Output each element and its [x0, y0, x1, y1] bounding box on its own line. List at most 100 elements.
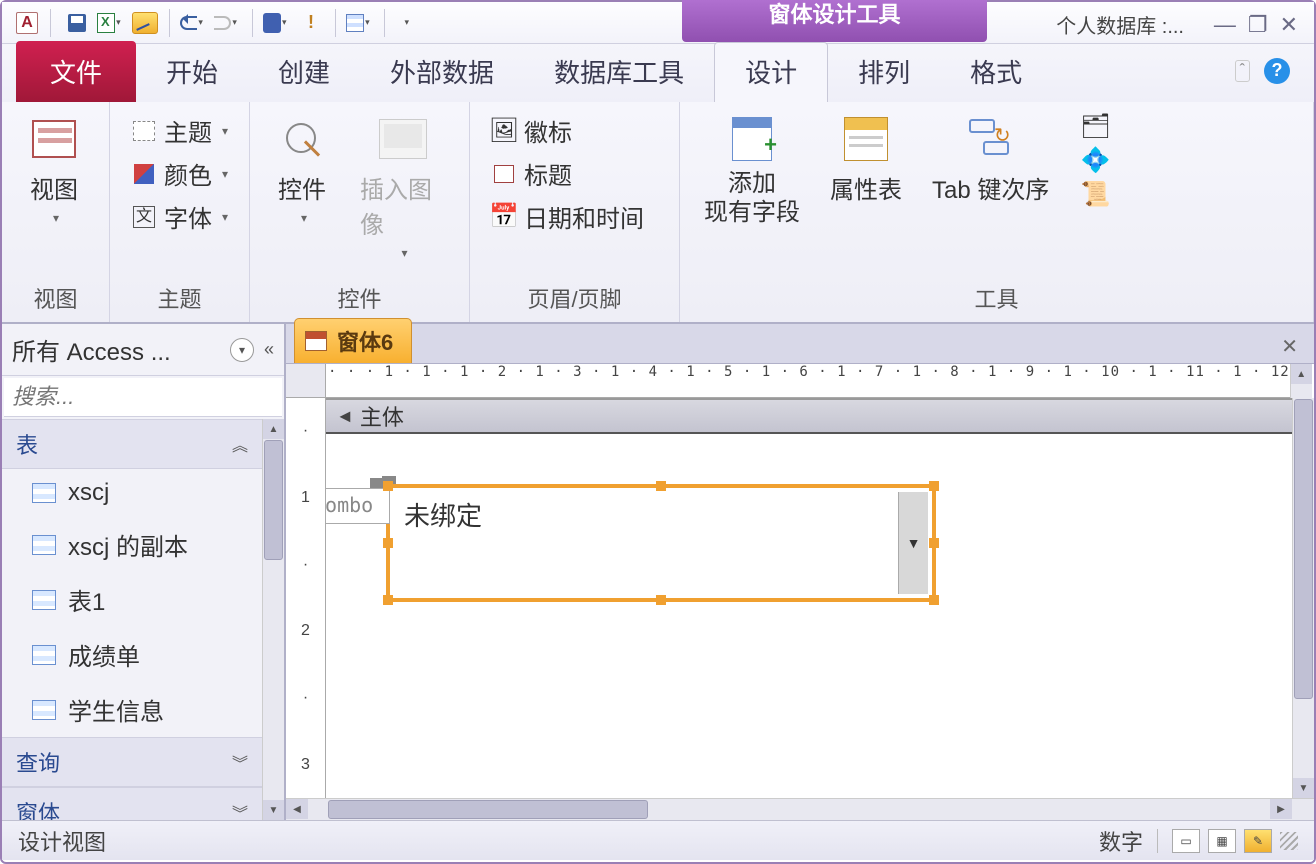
redo-button[interactable]: ▾ — [214, 9, 242, 37]
ribbon: 视图 ▾ 视图 主题▾ 颜色▾ 文字体▾ 主题 控件▾ 插入图像▾ 控件 — [2, 102, 1314, 324]
section-detail-bar[interactable]: ◄ 主体 — [326, 398, 1292, 434]
status-bar: 设计视图 数字 ▭ ▦ ✎ — [2, 820, 1314, 860]
save-button[interactable] — [63, 9, 91, 37]
resize-handle[interactable] — [383, 481, 393, 491]
subform-button[interactable]: 🗂 — [1077, 110, 1113, 142]
horizontal-ruler[interactable]: · · · 1 · 1 · 1 · 2 · 1 · 3 · 1 · 4 · 1 … — [326, 364, 1290, 398]
status-text: 设计视图 — [18, 825, 106, 857]
themes-button[interactable]: 主题▾ — [126, 110, 232, 151]
combobox-dropdown-button[interactable]: ▼ — [898, 492, 928, 594]
view-button[interactable]: 视图 ▾ — [18, 110, 90, 229]
resize-handle[interactable] — [383, 538, 393, 548]
nav-collapse-button[interactable]: « — [264, 339, 274, 360]
document-title: 个人数据库 :... — [1056, 10, 1184, 39]
section-icon: ◄ — [336, 406, 354, 427]
search-input[interactable] — [12, 384, 304, 410]
controls-gallery-button[interactable]: 控件▾ — [266, 110, 338, 229]
minimize-ribbon-button[interactable]: ˆ — [1235, 60, 1250, 82]
combobox-label[interactable]: Combo — [326, 488, 390, 524]
property-sheet-button[interactable]: 属性表 — [822, 110, 910, 209]
tab-database-tools[interactable]: 数据库工具 — [524, 43, 714, 102]
resize-handle[interactable] — [929, 595, 939, 605]
export-excel-button[interactable]: ▾ — [97, 9, 125, 37]
tab-external-data[interactable]: 外部数据 — [360, 43, 524, 102]
form-view-button[interactable]: ▭ — [1172, 829, 1200, 853]
resize-handle[interactable] — [656, 595, 666, 605]
nav-header[interactable]: 所有 Access ... ▾ « — [2, 324, 284, 376]
quick-access-toolbar: ▾ ▾ ▾ ▾ ! ▾ ▾ — [63, 9, 423, 37]
design-canvas[interactable]: ◄ 主体 Combo 未绑定 ▼ — [326, 398, 1292, 798]
chevron-up-icon: ︽ — [232, 432, 248, 456]
datasheet-view-button[interactable]: ▦ — [1208, 829, 1236, 853]
restore-button[interactable]: ❐ — [1248, 12, 1268, 38]
resize-handle[interactable] — [929, 481, 939, 491]
vertical-ruler[interactable]: ·1·2·3 — [286, 398, 326, 798]
resize-grip[interactable] — [1280, 832, 1298, 850]
tab-create[interactable]: 创建 — [248, 43, 360, 102]
code-button[interactable]: 💠 — [1077, 144, 1113, 176]
undo-button[interactable]: ▾ — [180, 9, 208, 37]
tab-arrange[interactable]: 排列 — [828, 43, 940, 102]
main-hscrollbar[interactable]: ◀ ▶ — [286, 798, 1314, 820]
qat-customize-button[interactable]: ▾ — [395, 9, 423, 37]
refresh-button[interactable]: ▾ — [263, 9, 291, 37]
nav-filter-button[interactable]: ▾ — [230, 338, 254, 362]
navigation-pane: 所有 Access ... ▾ « 🔍 表︽ xscj xscj 的副本 表1 … — [2, 324, 286, 820]
nav-item-table[interactable]: xscj 的副本 — [2, 517, 262, 572]
ribbon-tabs: 文件 开始 创建 外部数据 数据库工具 设计 排列 格式 ˆ ? — [2, 44, 1314, 102]
nav-group-tables[interactable]: 表︽ — [2, 419, 262, 469]
document-tab[interactable]: 窗体6 — [294, 318, 412, 363]
table-icon — [32, 700, 56, 720]
logo-button[interactable]: 🖼徽标 — [486, 110, 648, 151]
design-view-button-status[interactable]: ✎ — [1244, 829, 1272, 853]
warning-button[interactable]: ! — [297, 9, 325, 37]
help-button[interactable]: ? — [1264, 58, 1290, 84]
close-tab-button[interactable]: ✕ — [1281, 334, 1298, 359]
minimize-button[interactable]: — — [1214, 12, 1236, 38]
subform-icon: 🗂 — [1081, 113, 1109, 139]
ruler-corner[interactable] — [286, 364, 326, 398]
combobox-control[interactable]: Combo 未绑定 ▼ — [386, 484, 936, 602]
resize-handle[interactable] — [383, 595, 393, 605]
datetime-button[interactable]: 📅日期和时间 — [486, 196, 648, 237]
tab-format[interactable]: 格式 — [940, 43, 1052, 102]
insert-image-button[interactable]: 插入图像▾ — [352, 110, 453, 264]
nav-scrollbar[interactable]: ▲ ▼ — [262, 419, 284, 820]
nav-item-table[interactable]: 表1 — [2, 572, 262, 627]
resize-handle[interactable] — [929, 538, 939, 548]
main-vscrollbar[interactable]: ▼ — [1292, 398, 1314, 798]
form-icon — [305, 331, 327, 351]
nav-item-table[interactable]: 学生信息 — [2, 682, 262, 737]
close-button[interactable]: ✕ — [1280, 12, 1298, 38]
nav-item-table[interactable]: 成绩单 — [2, 627, 262, 682]
tab-file[interactable]: 文件 — [16, 41, 136, 102]
colors-button[interactable]: 颜色▾ — [126, 153, 232, 194]
title-button[interactable]: 标题 — [486, 153, 648, 194]
tab-home[interactable]: 开始 — [136, 43, 248, 102]
table-icon — [32, 483, 56, 503]
chevron-down-icon: ︾ — [232, 750, 248, 774]
tab-order-button[interactable]: ↻ Tab 键次序 — [924, 110, 1057, 209]
main-vscrollbar[interactable]: ▲ — [1290, 364, 1312, 398]
convert-macros-button[interactable]: 📜 — [1077, 178, 1113, 210]
add-existing-fields-button[interactable]: + 添加 现有字段 — [696, 110, 808, 232]
content-area: 所有 Access ... ▾ « 🔍 表︽ xscj xscj 的副本 表1 … — [2, 324, 1314, 820]
contextual-tab-title: 窗体设计工具 — [682, 0, 987, 42]
nav-group-queries[interactable]: 查询︾ — [2, 737, 262, 787]
resize-handle[interactable] — [656, 481, 666, 491]
design-view-button[interactable] — [131, 9, 159, 37]
group-themes-label: 主题 — [126, 278, 233, 318]
main-area: 窗体6 ✕ · · · 1 · 1 · 1 · 2 · 1 · 3 · 1 · … — [286, 324, 1314, 820]
combobox-text: 未绑定 — [394, 492, 898, 594]
tab-design[interactable]: 设计 — [714, 42, 828, 102]
group-view-label: 视图 — [18, 278, 93, 318]
app-icon: A — [16, 12, 38, 34]
title-bar: A ▾ ▾ ▾ ▾ ! ▾ ▾ 窗体设计工具 个人数据库 :... — ❐ ✕ — [2, 2, 1314, 44]
nav-group-forms[interactable]: 窗体︾ — [2, 787, 262, 820]
code-icon: 💠 — [1081, 147, 1109, 173]
group-tools-label: 工具 — [696, 278, 1297, 318]
nav-item-table[interactable]: xscj — [2, 469, 262, 517]
datasheet-button[interactable]: ▾ — [346, 9, 374, 37]
view-label: 视图 — [30, 170, 78, 205]
fonts-button[interactable]: 文字体▾ — [126, 196, 232, 237]
